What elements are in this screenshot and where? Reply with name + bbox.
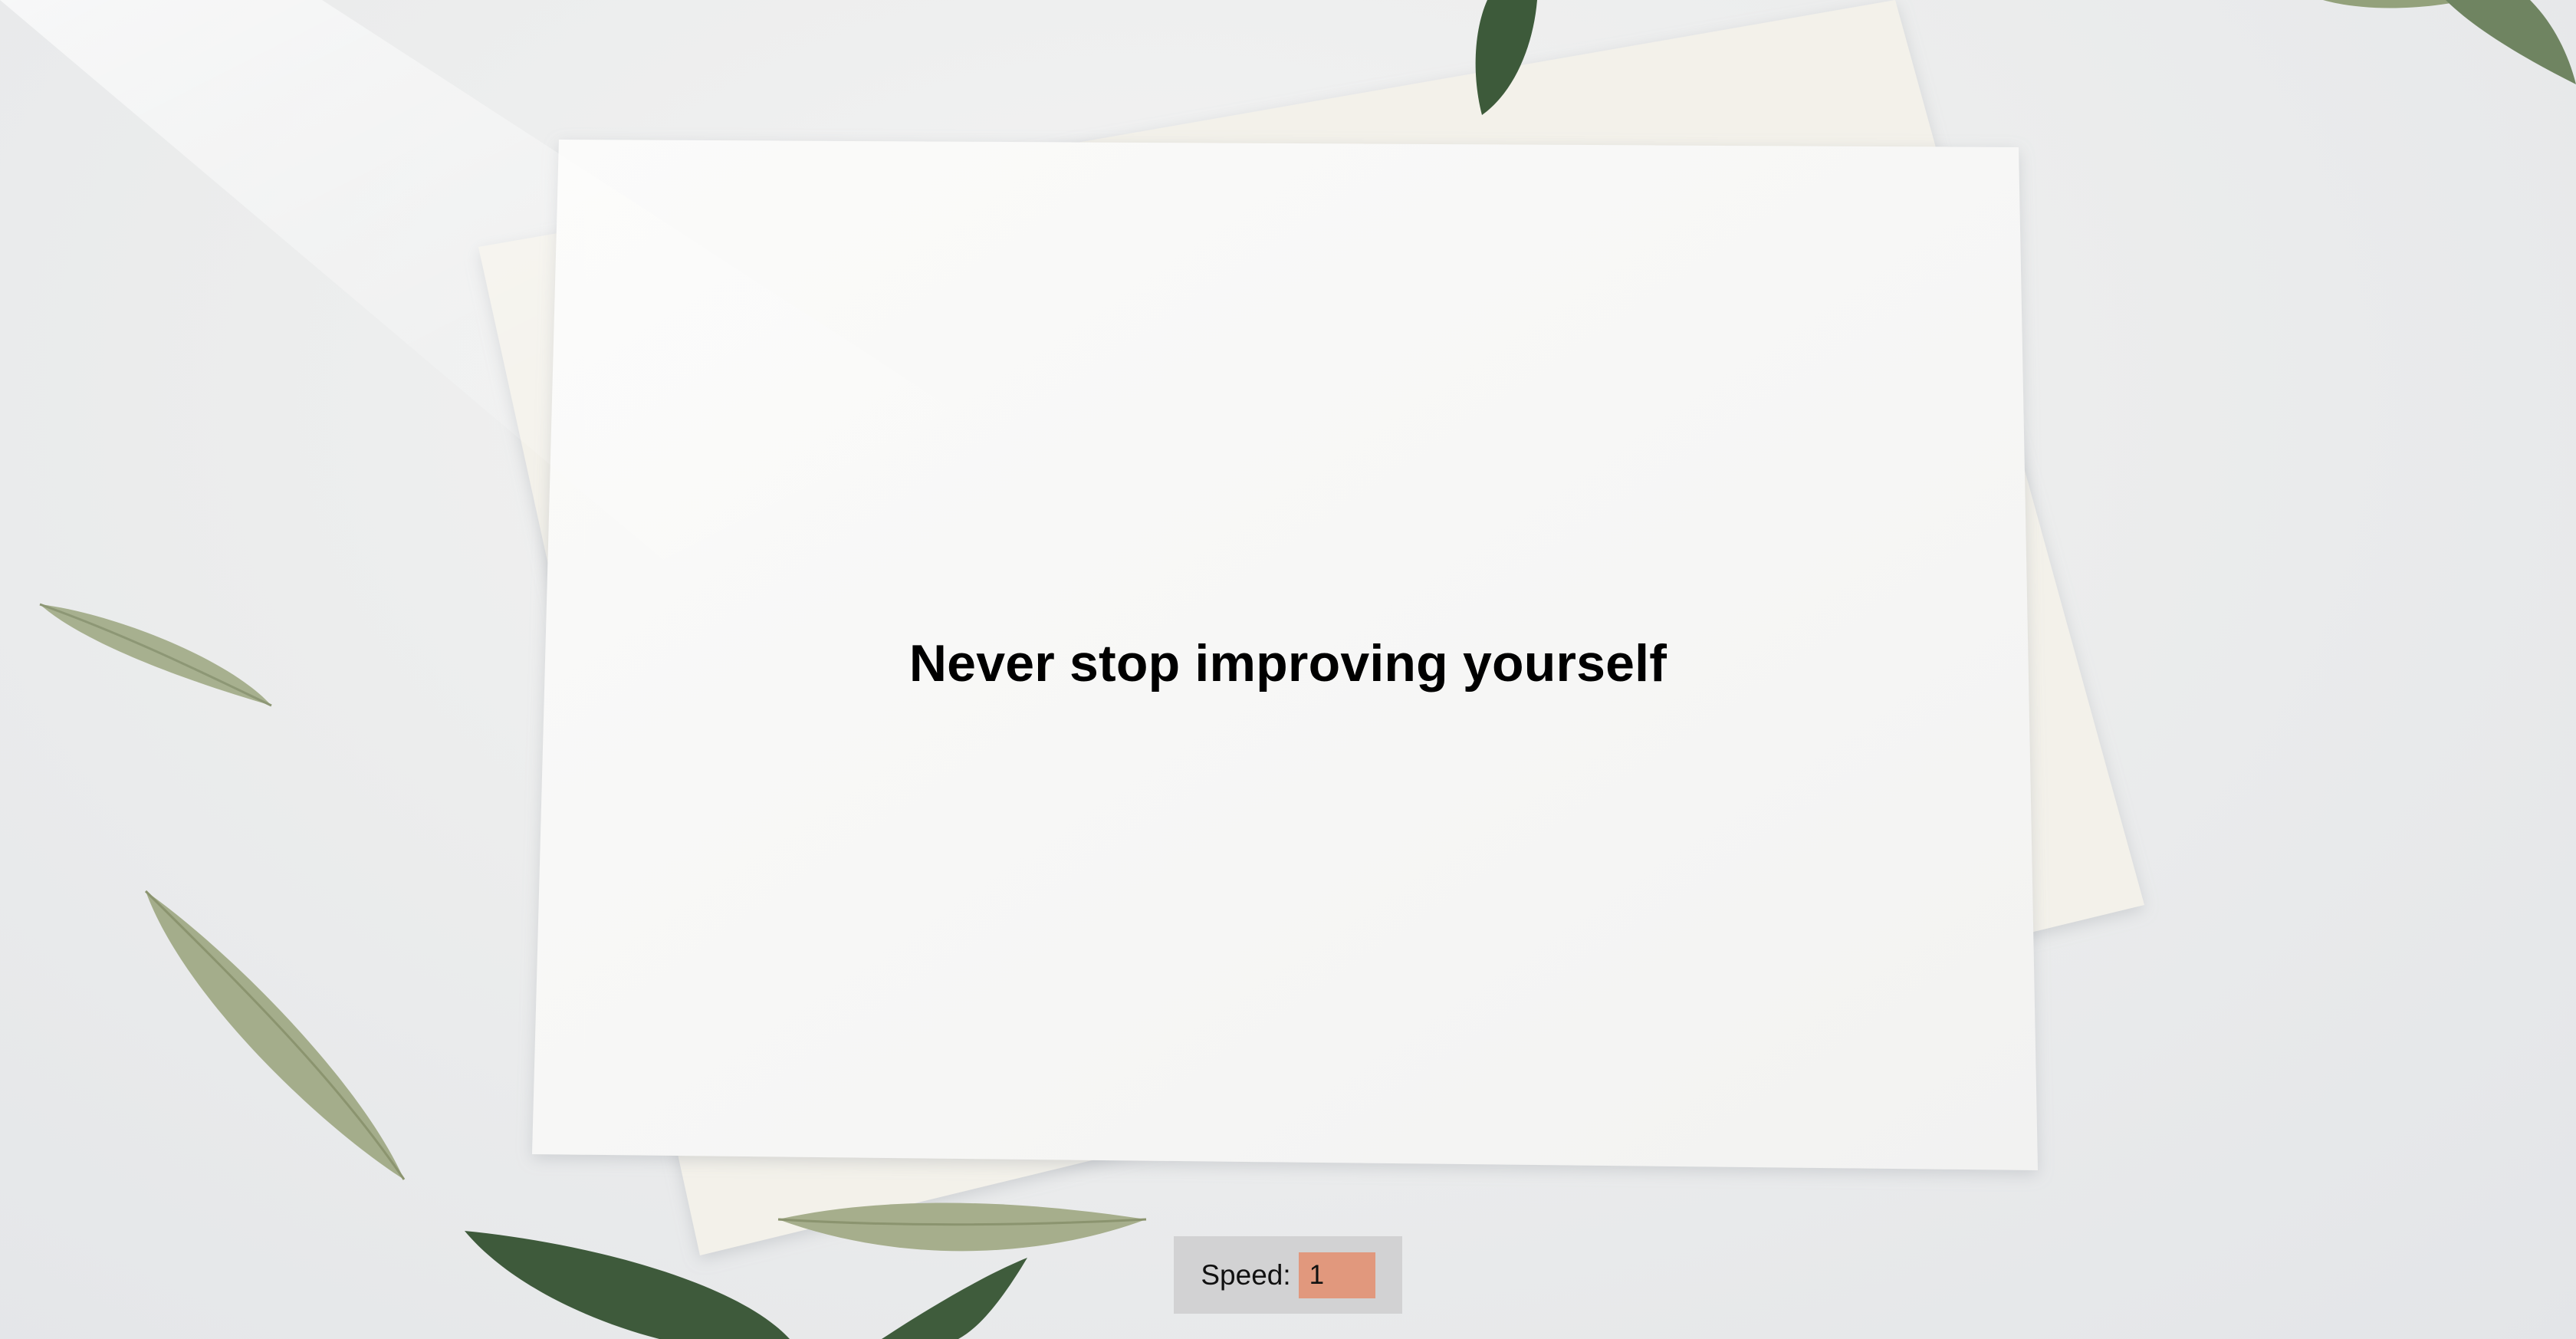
background-scene: Never stop improving yourself Speed: <box>0 0 2576 1339</box>
leaf-light-1 <box>39 603 272 707</box>
speed-control: Speed: <box>1174 1236 1402 1314</box>
card-headline: Never stop improving yourself <box>909 634 1668 693</box>
speed-input[interactable] <box>1298 1252 1375 1298</box>
leaf-light-2 <box>144 890 406 1180</box>
speed-label: Speed: <box>1201 1258 1291 1291</box>
leaf-top-right-1 <box>2323 0 2469 8</box>
leaf-dark-2 <box>882 1258 1027 1339</box>
leaf-dark-1 <box>465 1231 790 1339</box>
leaf-light-3 <box>777 1202 1147 1252</box>
leaf-top-right-2 <box>2446 0 2576 84</box>
